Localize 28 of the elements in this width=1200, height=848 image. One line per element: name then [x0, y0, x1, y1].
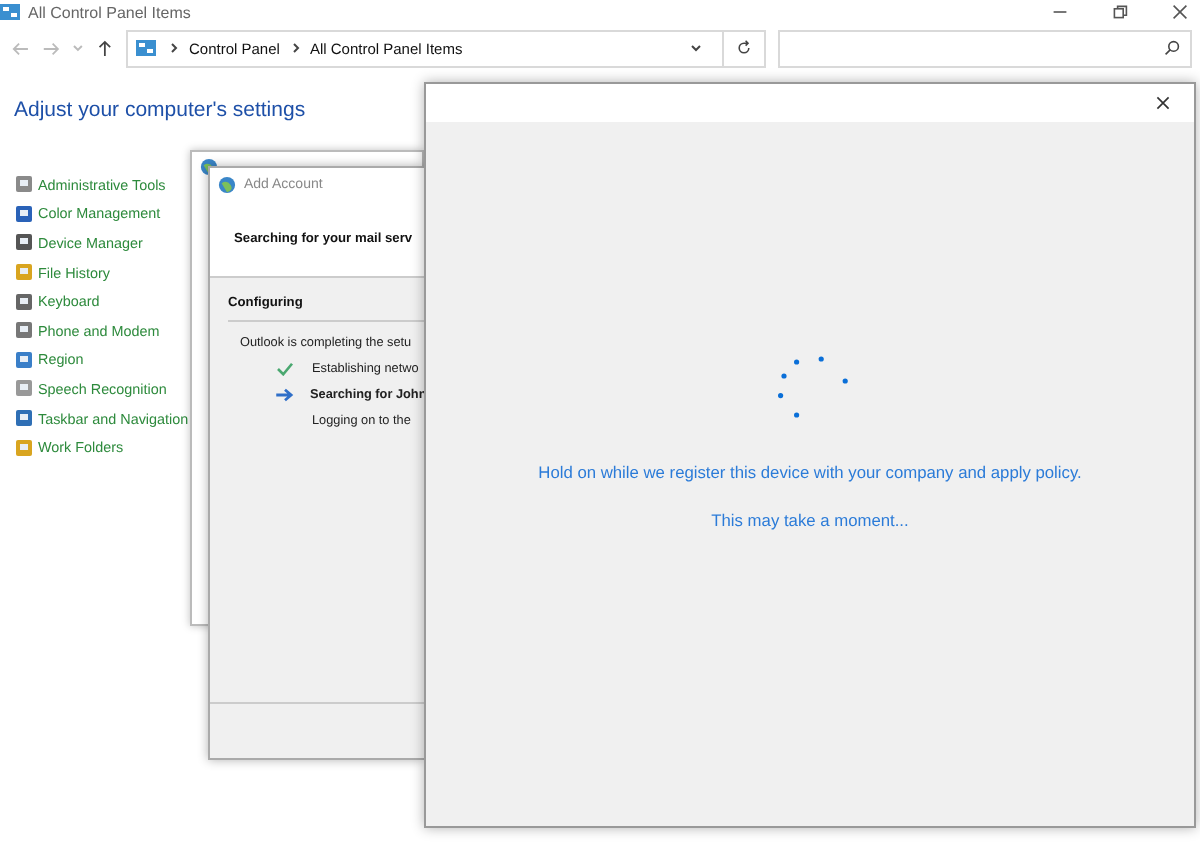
dropdown-icon[interactable] — [689, 44, 702, 52]
up-icon[interactable] — [95, 39, 113, 57]
control-panel-item-icon — [14, 262, 34, 283]
chevron-icon — [291, 42, 300, 54]
spinner-icon — [778, 350, 850, 418]
page-heading: Adjust your computer's settings — [14, 98, 306, 122]
control-panel-item-icon — [14, 437, 34, 458]
control-panel-item-icon — [14, 232, 34, 253]
wait-message: This may take a moment... — [711, 510, 909, 530]
search-icon — [1164, 40, 1181, 56]
globe-icon — [218, 176, 236, 194]
control-panel-item-icon — [14, 291, 34, 312]
close-icon[interactable] — [1172, 4, 1188, 20]
control-panel-item-icon — [14, 408, 34, 429]
control-panel-icon — [136, 40, 157, 56]
control-panel-item-icon — [14, 320, 34, 341]
chevron-icon — [170, 42, 179, 54]
restore-icon[interactable] — [1112, 4, 1128, 20]
close-icon[interactable] — [1156, 96, 1170, 110]
search-field[interactable] — [778, 29, 1193, 67]
control-panel-item-icon — [14, 378, 34, 399]
refresh-button[interactable] — [723, 29, 767, 67]
window-title: All Control Panel Items — [28, 3, 191, 21]
control-panel-item-icon — [14, 174, 34, 195]
refresh-icon — [736, 40, 753, 56]
control-panel-item-icon — [14, 349, 34, 370]
control-panel-item-icon — [14, 203, 34, 224]
registration-message: Hold on while we register this device with your company and apply policy. — [538, 462, 1082, 482]
